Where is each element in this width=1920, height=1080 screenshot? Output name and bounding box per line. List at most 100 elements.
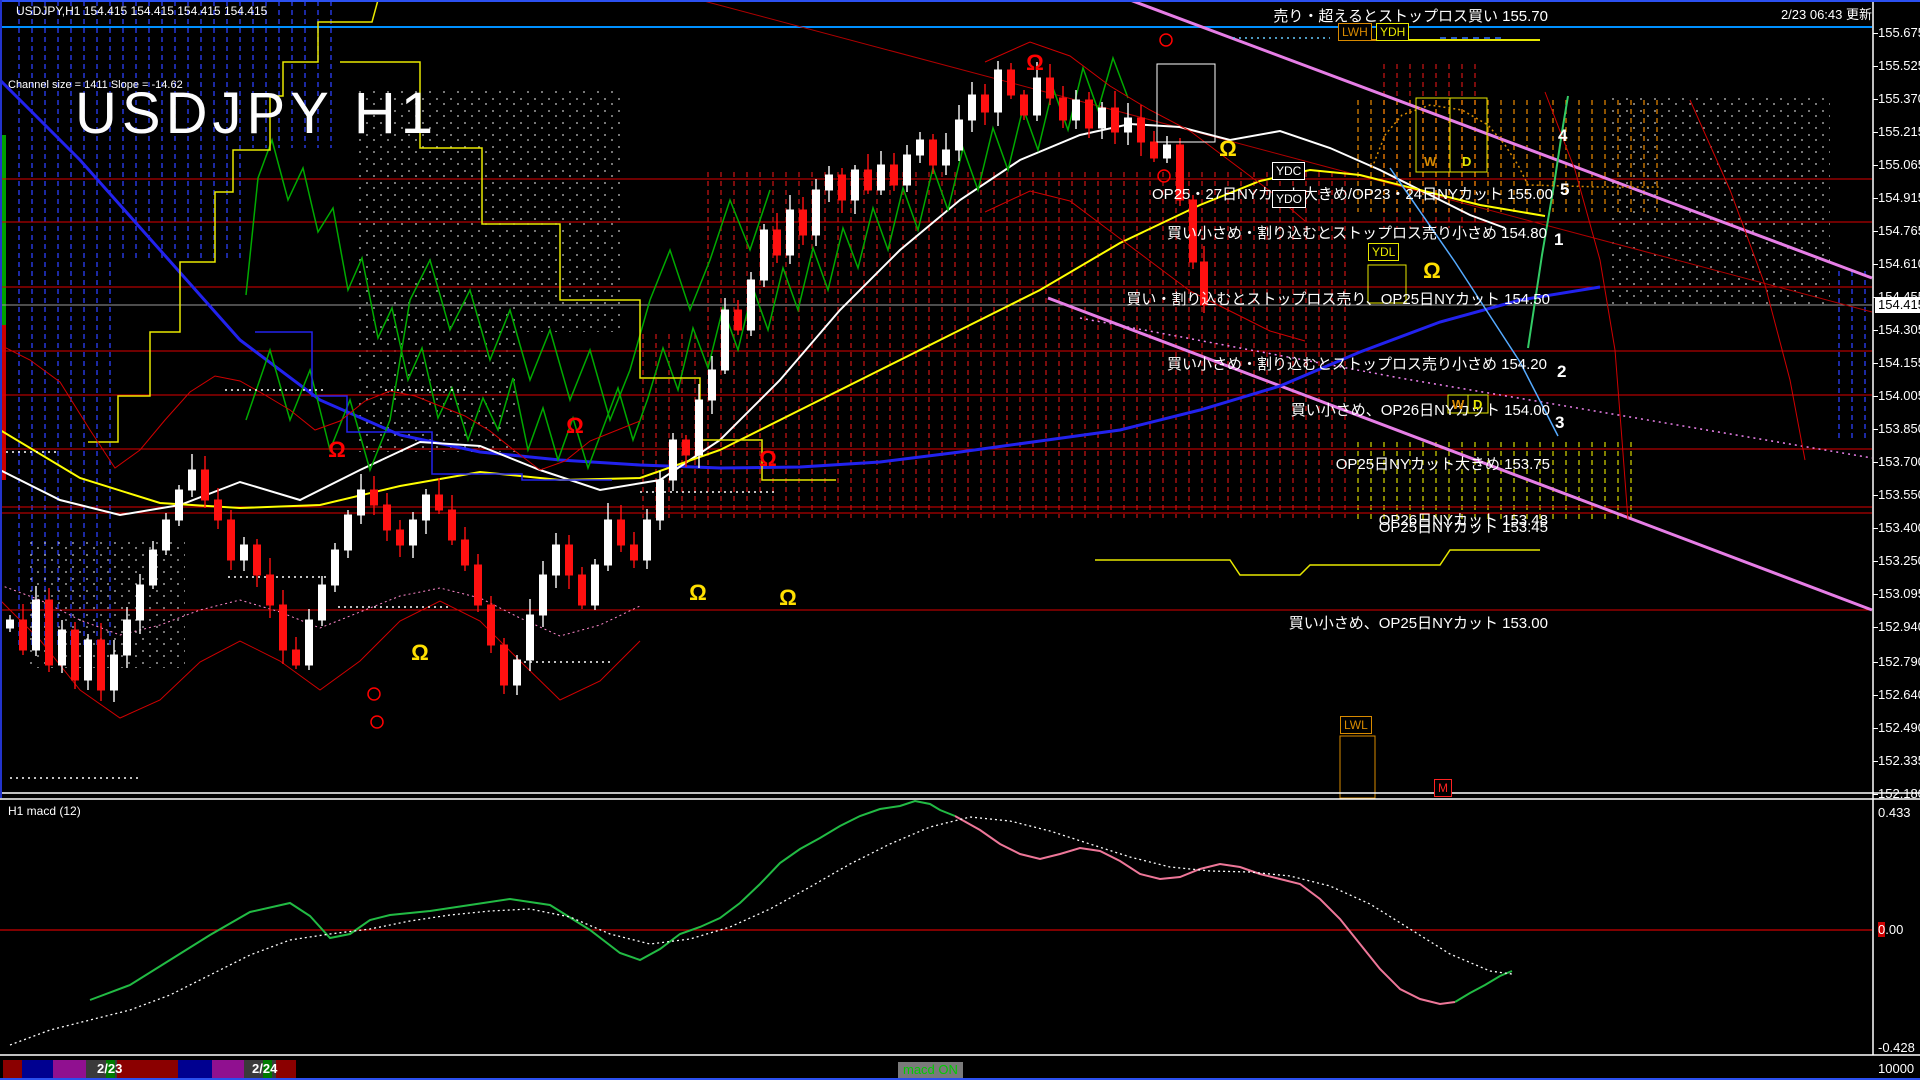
symbol-ohlc-readout: USDJPY,H1 154.415 154.415 154.415 154.41… <box>16 4 268 18</box>
svg-text:Ω: Ω <box>779 585 797 610</box>
marker-tag-lwh: LWH <box>1338 23 1372 41</box>
level-annotation: OP25・27日NYカット大きめ/OP23・24日NYカット 155.00 <box>1152 186 1553 203</box>
svg-text:Ω: Ω <box>328 437 346 462</box>
chart-left-border <box>0 0 2 798</box>
price-axis-tick <box>1873 396 1878 397</box>
window-top-border <box>0 0 1920 2</box>
line-number-label: 2 <box>1557 362 1567 381</box>
price-axis-label: 155.215 <box>1878 124 1920 139</box>
pivot-label-w: W <box>1452 397 1465 412</box>
macd-toggle-button[interactable]: macd ON <box>898 1062 963 1078</box>
svg-text:Ω: Ω <box>689 580 707 605</box>
marker-tag-m: M <box>1434 779 1452 797</box>
svg-text:Ω: Ω <box>411 640 429 665</box>
price-axis-label: 153.250 <box>1878 553 1920 568</box>
price-axis-tick <box>1873 594 1878 595</box>
price-axis-tick <box>1873 561 1878 562</box>
price-axis-tick <box>1873 66 1878 67</box>
price-axis-tick <box>1873 330 1878 331</box>
sell-stop-annotation: 売り・超えるとストップロス買い 155.70 <box>1273 8 1548 25</box>
volume-scale-label: 10000 <box>1878 1061 1915 1076</box>
marker-tag-ydh: YDH <box>1376 23 1410 41</box>
level-annotation: 買い小さめ・割り込むとストップロス売り小さめ 154.20 <box>1166 356 1547 373</box>
price-axis-label: 154.155 <box>1878 355 1920 370</box>
level-annotation: 買い小さめ、OP26日NYカット 154.00 <box>1290 402 1550 419</box>
price-axis-tick <box>1873 132 1878 133</box>
pivot-label-w: W <box>1424 154 1437 169</box>
price-axis-label: 155.675 <box>1878 25 1920 40</box>
time-bar-segment <box>212 1060 244 1078</box>
price-axis-tick <box>1873 231 1878 232</box>
price-axis-label: 154.915 <box>1878 190 1920 205</box>
price-axis-label: 152.335 <box>1878 753 1920 768</box>
time-bar-segment <box>276 1060 296 1078</box>
pivot-label-d: D <box>1473 397 1483 412</box>
price-axis-label: 152.640 <box>1878 687 1920 702</box>
price-axis-tick <box>1873 695 1878 696</box>
line-number-label: 1 <box>1554 230 1564 249</box>
trading-chart-window: Ω Ω Ω Ω Ω Ω Ω Ω Ω USDJPY,H1 154.415 154.415 154.… <box>0 0 1920 1080</box>
macd-indicator-layer <box>0 799 1872 1046</box>
svg-text:Ω: Ω <box>1423 258 1441 283</box>
price-axis-label: 155.525 <box>1878 58 1920 73</box>
svg-text:Ω: Ω <box>759 446 777 471</box>
price-axis-tick <box>1873 662 1878 663</box>
time-bar-segment <box>53 1060 86 1078</box>
svg-text:Ω: Ω <box>566 413 584 438</box>
level-annotation: 買い・割り込むとストップロス売り、OP25日NYカット 154.50 <box>1126 291 1550 308</box>
price-axis-tick <box>1873 627 1878 628</box>
macd-axis-zero: 0.00 <box>1878 922 1904 937</box>
date-label-2: 2/24 <box>252 1061 278 1076</box>
price-axis-label: 152.490 <box>1878 720 1920 735</box>
time-bar-segment <box>117 1060 178 1078</box>
current-price-badge: 154.415 <box>1875 297 1920 313</box>
price-axis-label: 154.765 <box>1878 223 1920 238</box>
chart-canvas: Ω Ω Ω Ω Ω Ω Ω Ω Ω <box>0 0 1920 1056</box>
svg-text:Ω: Ω <box>1219 136 1237 161</box>
price-axis-tick <box>1873 728 1878 729</box>
price-axis-tick <box>1873 794 1878 795</box>
macd-axis-min: -0.428 <box>1878 1040 1915 1055</box>
price-axis-tick <box>1873 495 1878 496</box>
price-axis-label: 152.940 <box>1878 619 1920 634</box>
line-number-label: 4 <box>1558 126 1568 145</box>
price-axis-label: 154.005 <box>1878 388 1920 403</box>
price-axis-tick <box>1873 429 1878 430</box>
price-axis-label: 152.790 <box>1878 654 1920 669</box>
pivot-label-d: D <box>1462 154 1472 169</box>
price-axis-tick <box>1873 198 1878 199</box>
marker-tag-ydo: YDO <box>1272 190 1307 208</box>
price-axis-label: 155.065 <box>1878 157 1920 172</box>
level-annotation: OP25日NYカット大きめ 153.75 <box>1335 456 1550 473</box>
price-axis-tick <box>1873 165 1878 166</box>
marker-tag-ydl: YDL <box>1368 243 1400 261</box>
price-axis-label: 152.180 <box>1878 786 1920 801</box>
time-bar-segment <box>3 1060 22 1078</box>
macd-axis-max: 0.433 <box>1878 805 1911 820</box>
price-axis-tick <box>1873 528 1878 529</box>
line-number-label: 3 <box>1555 413 1565 432</box>
price-axis-tick <box>1873 462 1878 463</box>
svg-text:Ω: Ω <box>1026 50 1044 75</box>
time-bar-segment <box>22 1060 53 1078</box>
yellow-step-right <box>1095 549 1540 576</box>
last-updated-timestamp: 2/23 06:43 更新 <box>1780 7 1872 22</box>
price-axis-tick <box>1873 264 1878 265</box>
level-annotation: 買い小さめ、OP25日NYカット 153.00 <box>1288 615 1548 632</box>
price-axis-label: 154.305 <box>1878 322 1920 337</box>
price-axis-label: 153.700 <box>1878 454 1920 469</box>
price-axis-tick <box>1873 33 1878 34</box>
price-axis-tick <box>1873 363 1878 364</box>
level-annotation: 買い小さめ・割り込むとストップロス売り小さめ 154.80 <box>1166 225 1547 242</box>
level-annotation: OP25日NYカット 153.45 <box>1378 519 1548 536</box>
price-axis-label: 153.550 <box>1878 487 1920 502</box>
macd-panel-label: H1 macd (12) <box>8 804 81 818</box>
line-number-label: 5 <box>1560 180 1570 199</box>
price-axis-label: 154.610 <box>1878 256 1920 271</box>
price-axis-label: 153.095 <box>1878 586 1920 601</box>
price-axis-label: 155.370 <box>1878 91 1920 106</box>
time-bar-segment <box>178 1060 212 1078</box>
marker-tag-lwl: LWL <box>1340 716 1372 734</box>
price-axis-label: 153.400 <box>1878 520 1920 535</box>
price-axis-tick <box>1873 761 1878 762</box>
